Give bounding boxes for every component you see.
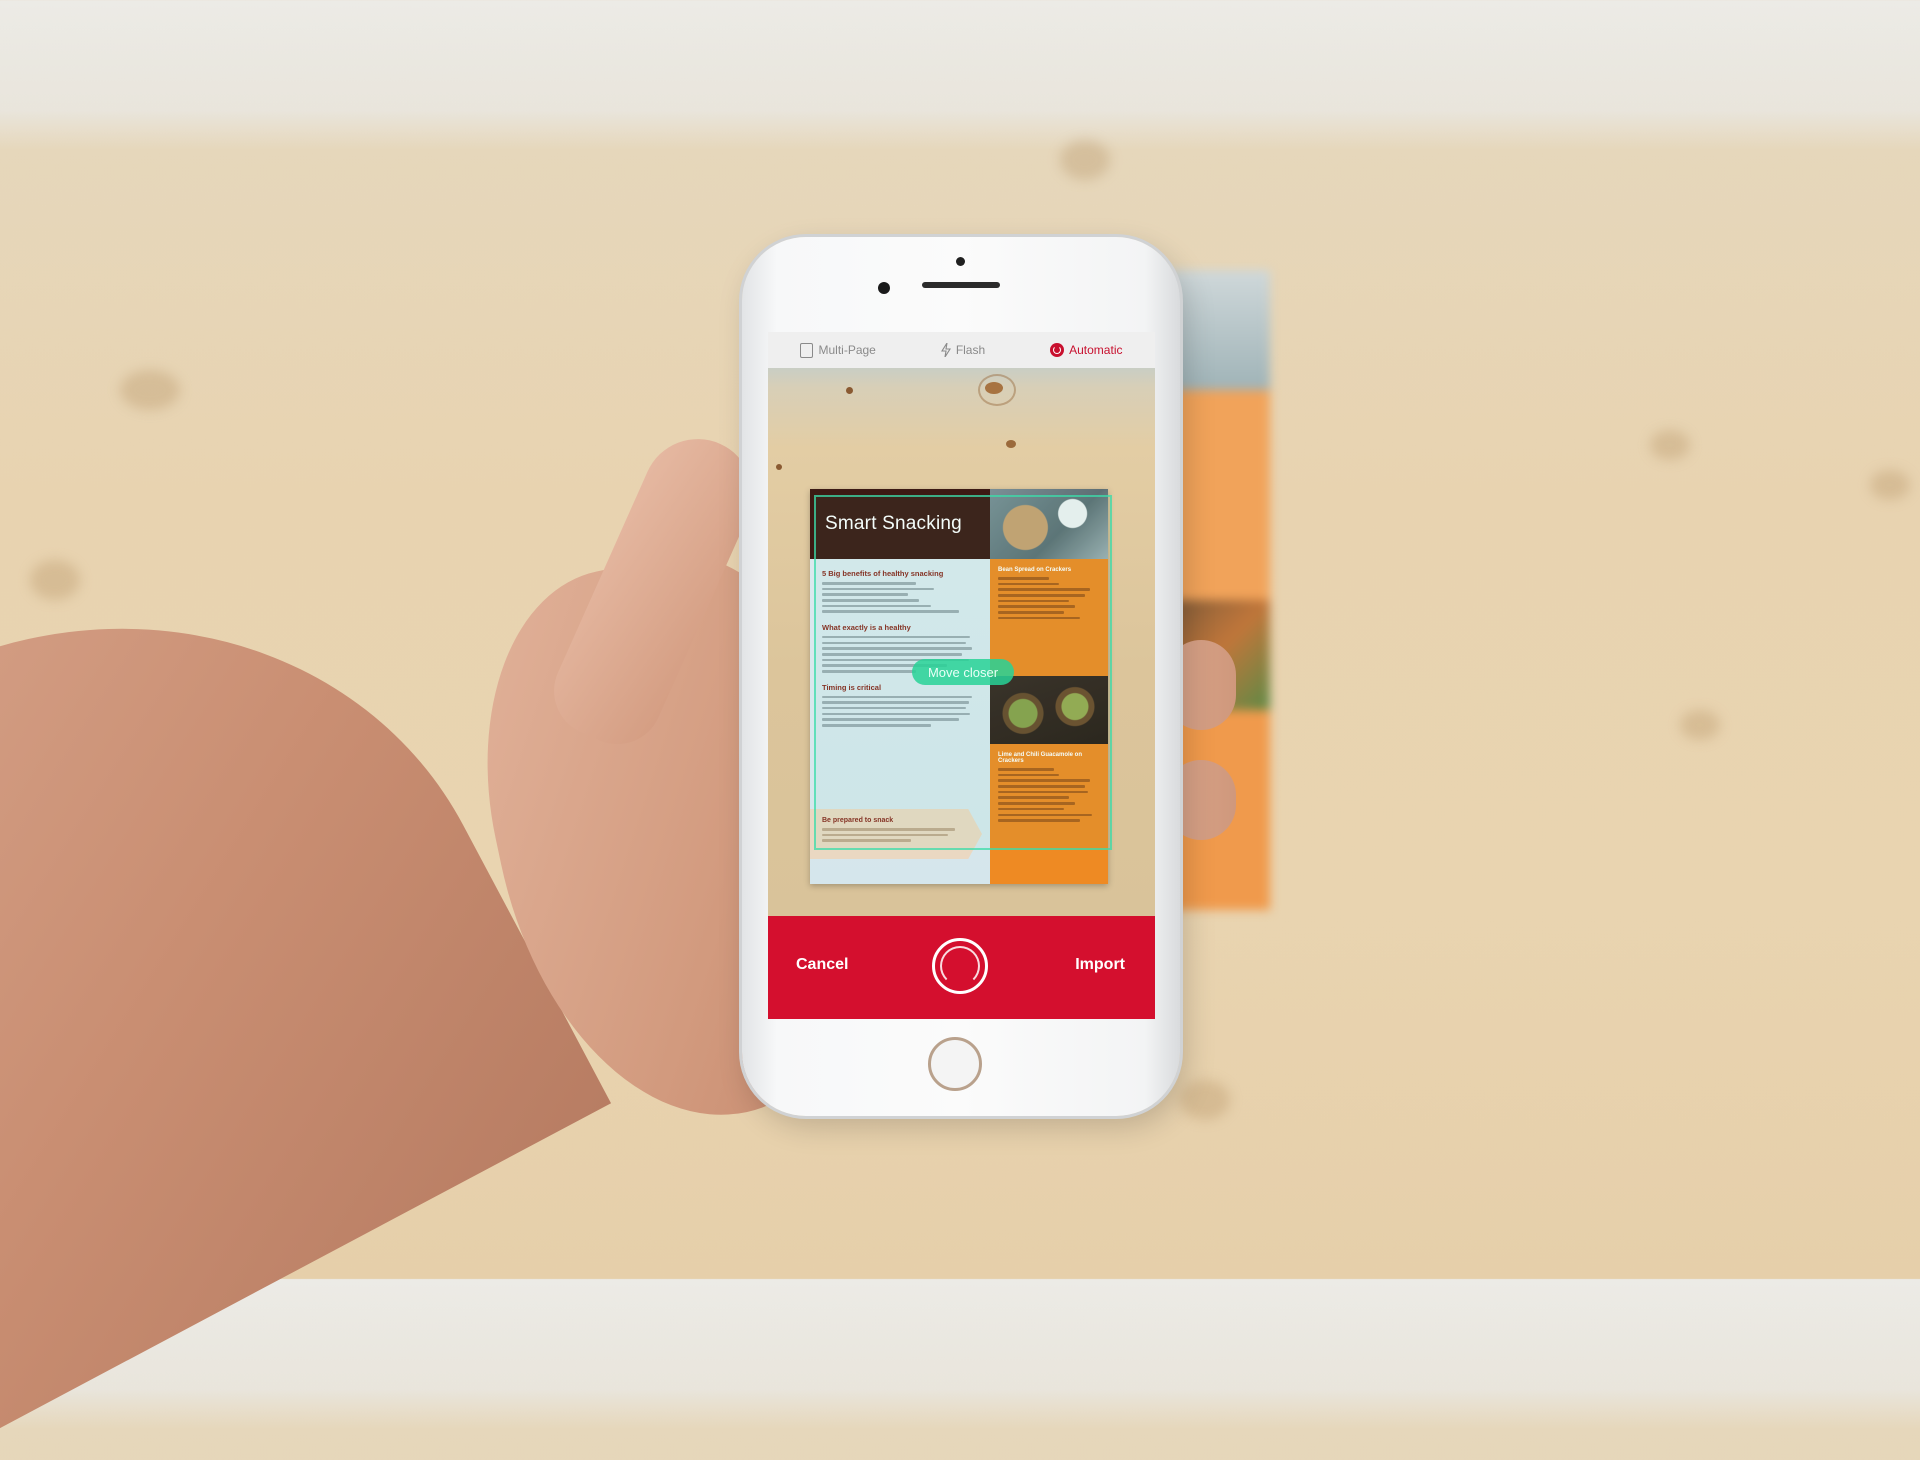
wood-knot <box>1870 470 1910 500</box>
front-camera <box>956 257 965 266</box>
wood-knot <box>1006 440 1016 448</box>
wood-knot <box>1650 430 1690 460</box>
home-button[interactable] <box>928 1037 982 1091</box>
capture-bar: Cancel Import <box>768 916 1155 1019</box>
flash-label: Flash <box>955 343 986 357</box>
wood-knot <box>1680 710 1720 740</box>
wood-grain <box>978 374 1016 406</box>
wood-knot <box>120 370 180 410</box>
multi-page-label: Multi-Page <box>818 343 876 357</box>
import-button[interactable]: Import <box>1075 956 1125 974</box>
flash-toggle[interactable]: Flash <box>940 343 986 357</box>
flash-icon <box>940 343 951 357</box>
wood-knot <box>776 464 782 470</box>
cancel-button[interactable]: Cancel <box>796 956 848 974</box>
scan-options-bar: Multi-Page Flash Automatic <box>768 332 1155 368</box>
automatic-icon <box>1050 343 1065 357</box>
scan-hint-badge: Move closer <box>912 659 1014 685</box>
wood-knot <box>1180 1080 1230 1120</box>
earpiece-speaker <box>922 282 1000 288</box>
camera-viewfinder: Smart Snacking 5 Big benefits of healthy… <box>768 368 1155 916</box>
automatic-toggle[interactable]: Automatic <box>1050 343 1122 357</box>
shutter-button[interactable] <box>932 938 988 994</box>
multi-page-icon <box>800 339 817 358</box>
scanner-screen: Multi-Page Flash Automatic Smart Snackin… <box>768 332 1155 1019</box>
wood-knot <box>1060 140 1110 180</box>
multi-page-toggle[interactable]: Multi-Page <box>800 339 876 358</box>
phone: Multi-Page Flash Automatic Smart Snackin… <box>742 237 1180 1116</box>
wood-knot <box>30 560 80 600</box>
proximity-sensor <box>878 282 890 294</box>
wood-knot <box>846 387 853 394</box>
automatic-label: Automatic <box>1069 343 1123 357</box>
